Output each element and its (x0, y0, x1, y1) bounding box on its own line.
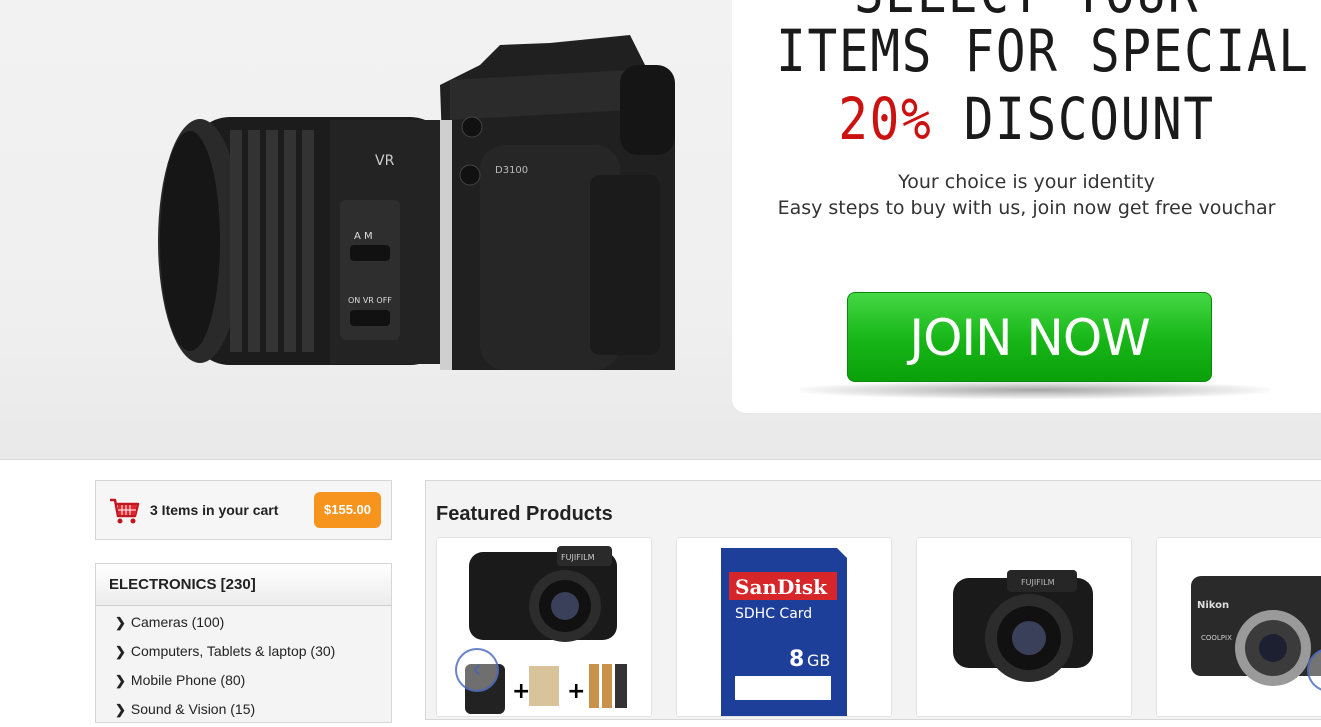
product-card-4[interactable]: Nikon COOLPIX › (1156, 537, 1321, 717)
bridge-camera-image: FUJIFILM (953, 570, 1093, 682)
shopping-cart-icon (110, 498, 140, 524)
featured-products-section: Featured Products FUJIFILM + + ‹ SanDisk… (425, 480, 1321, 720)
join-now-button[interactable]: JOIN NOW (847, 292, 1212, 382)
dslr-camera-image: VR A M ON VR OFF D3100 (158, 35, 675, 370)
svg-text:A M: A M (354, 231, 373, 242)
compact-camera-image: Nikon COOLPIX (1191, 576, 1321, 686)
discount-word: DISCOUNT (932, 85, 1215, 153)
category-label: Mobile Phone (80) (130, 672, 246, 688)
svg-text:SanDisk: SanDisk (735, 575, 828, 599)
svg-text:8: 8 (789, 647, 804, 672)
chevron-right-icon: ❯ (115, 702, 126, 717)
svg-text:COOLPIX: COOLPIX (1201, 634, 1232, 642)
svg-text:SDHC Card: SDHC Card (735, 606, 812, 622)
svg-text:GB: GB (807, 651, 830, 670)
category-label: Computers, Tablets & laptop (30) (130, 643, 336, 659)
product-card-2[interactable]: SanDisk SDHC Card 8 GB (676, 537, 892, 717)
discount-percent: 20% (838, 85, 933, 153)
svg-text:FUJIFILM: FUJIFILM (1021, 578, 1055, 587)
join-button-shadow (800, 381, 1270, 399)
carousel-prev-button[interactable]: ‹ (455, 648, 499, 692)
sd-card-image: SanDisk SDHC Card 8 GB (721, 548, 847, 716)
chevron-right-icon: ❯ (115, 615, 126, 630)
svg-text:FUJIFILM: FUJIFILM (561, 553, 595, 562)
category-item-sound-vision[interactable]: ❯ Sound & Vision (15) (96, 698, 391, 727)
tagline-secondary: Easy steps to buy with us, join now get … (777, 197, 1276, 219)
category-item-mobile-phone[interactable]: ❯ Mobile Phone (80) (96, 669, 391, 698)
svg-text:Nikon: Nikon (1197, 600, 1229, 611)
category-label: Cameras (100) (130, 614, 225, 630)
chevron-right-icon: ❯ (115, 673, 126, 688)
promo-heading-line3: 20% DISCOUNT (776, 85, 1277, 153)
cart-total-button[interactable]: $155.00 (314, 492, 381, 528)
svg-text:D3100: D3100 (495, 165, 528, 176)
category-item-computers[interactable]: ❯ Computers, Tablets & laptop (30) (96, 640, 391, 669)
category-label: Sound & Vision (15) (130, 701, 256, 717)
category-item-cameras[interactable]: ❯ Cameras (100) (96, 611, 391, 640)
svg-text:ON VR OFF: ON VR OFF (348, 296, 392, 305)
category-list: ❯ Cameras (100) ❯ Computers, Tablets & lap… (96, 606, 391, 727)
featured-products-title: Featured Products (436, 503, 613, 525)
category-panel: ELECTRONICS [230] ❯ Cameras (100) ❯ Comput… (95, 563, 392, 723)
hero-banner: VR A M ON VR OFF D3100 SELECT YOUR ITEMS… (0, 0, 1321, 460)
product-card-3[interactable]: FUJIFILM (916, 537, 1132, 717)
svg-text:VR: VR (375, 153, 395, 169)
tagline-primary: Your choice is your identity (898, 171, 1155, 193)
svg-text:+: + (567, 679, 585, 704)
promo-heading-line2: ITEMS FOR SPECIAL (776, 17, 1310, 85)
cart-summary[interactable]: 3 Items in your cart $155.00 (95, 480, 392, 540)
cart-items-count: 3 Items in your cart (150, 502, 279, 518)
category-header[interactable]: ELECTRONICS [230] (96, 564, 391, 606)
chevron-right-icon: ❯ (115, 644, 126, 659)
svg-text:+: + (512, 679, 530, 704)
product-card-1[interactable]: FUJIFILM + + ‹ (436, 537, 652, 717)
